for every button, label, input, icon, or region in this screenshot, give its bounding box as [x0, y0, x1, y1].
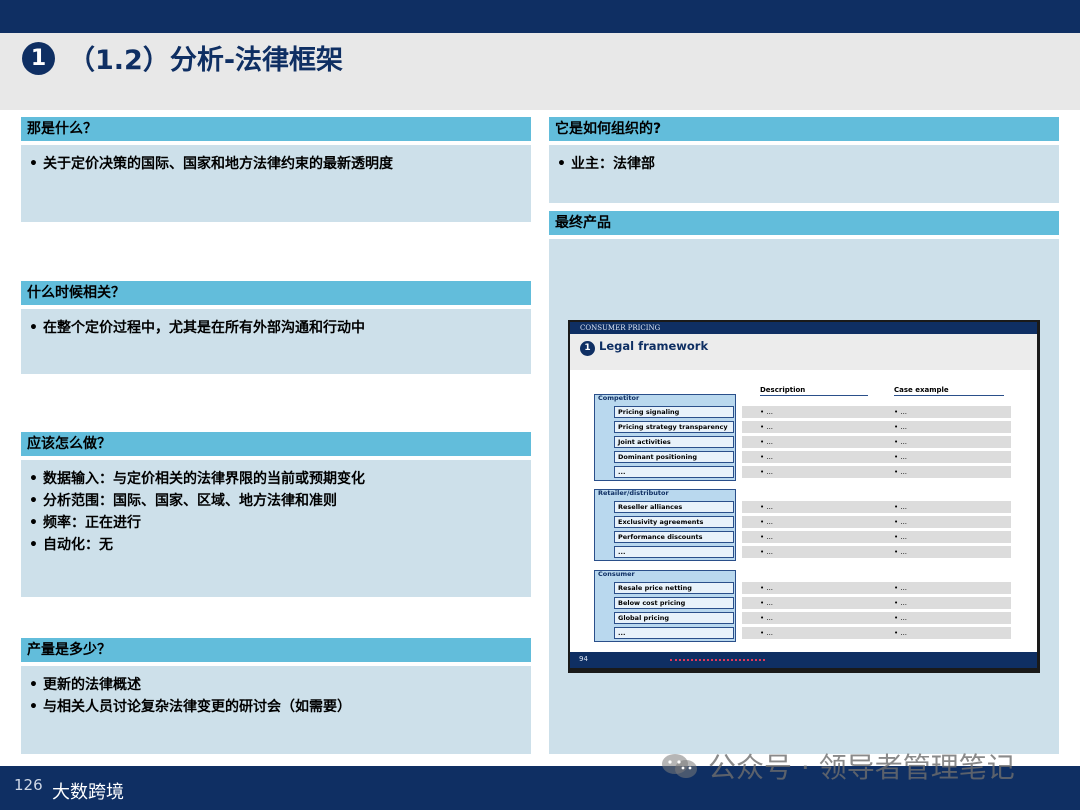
thumbnail-description-cell: • ...	[760, 408, 774, 416]
thumbnail-case-cell: • ...	[894, 614, 908, 622]
how-to-do-heading: 应该怎么做？	[21, 432, 531, 456]
thumbnail-row: • ... • ...	[742, 531, 1011, 543]
thumbnail-item: ...	[614, 627, 734, 639]
output-heading: 产量是多少？	[21, 638, 531, 662]
list-item: 与相关人员讨论复杂法律变更的研讨会（如需要）	[29, 696, 523, 718]
thumbnail-title: Legal framework	[599, 339, 709, 353]
when-relevant-heading: 什么时候相关？	[21, 281, 531, 305]
list-item: 分析范围：国际、国家、区域、地方法律和准则	[29, 490, 523, 512]
list-item: 关于定价决策的国际、国家和地方法律约束的最新透明度	[29, 153, 523, 175]
thumbnail-case-cell: • ...	[894, 468, 908, 476]
thumbnail-number-badge: 1	[580, 341, 595, 356]
thumbnail-row: • ... • ...	[742, 421, 1011, 433]
thumbnail-group-label: Retailer/distributor	[598, 489, 669, 497]
thumbnail-col-case: Case example	[894, 386, 1004, 396]
organization-list: 业主：法律部	[557, 153, 1051, 175]
thumbnail-row: • ... • ...	[742, 451, 1011, 463]
when-relevant-list: 在整个定价过程中，尤其是在所有外部沟通和行动中	[29, 317, 523, 339]
thumbnail-row: • ... • ...	[742, 466, 1011, 478]
slide-thumbnail: CONSUMER PRICING 1 Legal framework Descr…	[568, 320, 1040, 673]
output-body: 更新的法律概述 与相关人员讨论复杂法律变更的研讨会（如需要）	[21, 666, 531, 754]
thumbnail-item: ...	[614, 546, 734, 558]
thumbnail-item: Below cost pricing	[614, 597, 734, 609]
slide-thumbnail-canvas: CONSUMER PRICING 1 Legal framework Descr…	[570, 322, 1037, 668]
thumbnail-row: • ... • ...	[742, 627, 1011, 639]
thumbnail-item: Reseller alliances	[614, 501, 734, 513]
thumbnail-case-cell: • ...	[894, 453, 908, 461]
thumbnail-row: • ... • ...	[742, 546, 1011, 558]
thumbnail-item: ...	[614, 466, 734, 478]
thumbnail-description-cell: • ...	[760, 423, 774, 431]
title-number-badge: 1	[22, 42, 55, 75]
thumbnail-description-cell: • ...	[760, 503, 774, 511]
thumbnail-row: • ... • ...	[742, 436, 1011, 448]
when-relevant-body: 在整个定价过程中，尤其是在所有外部沟通和行动中	[21, 309, 531, 374]
list-item: 更新的法律概述	[29, 674, 523, 696]
thumbnail-case-cell: • ...	[894, 408, 908, 416]
list-item: 在整个定价过程中，尤其是在所有外部沟通和行动中	[29, 317, 523, 339]
thumbnail-footer: 94	[570, 652, 1037, 668]
what-is-it-list: 关于定价决策的国际、国家和地方法律约束的最新透明度	[29, 153, 523, 175]
thumbnail-case-cell: • ...	[894, 503, 908, 511]
thumbnail-case-cell: • ...	[894, 584, 908, 592]
wechat-icon	[662, 754, 697, 778]
thumbnail-description-cell: • ...	[760, 584, 774, 592]
thumbnail-case-cell: • ...	[894, 548, 908, 556]
thumbnail-description-cell: • ...	[760, 548, 774, 556]
how-to-do-body: 数据输入：与定价相关的法律界限的当前或预期变化 分析范围：国际、国家、区域、地方…	[21, 460, 531, 597]
thumbnail-description-cell: • ...	[760, 453, 774, 461]
thumbnail-item: Dominant positioning	[614, 451, 734, 463]
thumbnail-page-number: 94	[579, 655, 588, 663]
thumbnail-item: Performance discounts	[614, 531, 734, 543]
list-item: 数据输入：与定价相关的法律界限的当前或预期变化	[29, 468, 523, 490]
thumbnail-col-description: Description	[760, 386, 868, 396]
thumbnail-case-cell: • ...	[894, 599, 908, 607]
what-is-it-body: 关于定价决策的国际、国家和地方法律约束的最新透明度	[21, 145, 531, 222]
top-bar	[0, 0, 1080, 33]
thumbnail-item: Pricing signaling	[614, 406, 734, 418]
list-item: 自动化：无	[29, 534, 523, 556]
thumbnail-item: Resale price netting	[614, 582, 734, 594]
final-product-heading: 最终产品	[549, 211, 1059, 235]
organization-heading: 它是如何组织的?	[549, 117, 1059, 141]
thumbnail-description-cell: • ...	[760, 599, 774, 607]
thumbnail-row: • ... • ...	[742, 582, 1011, 594]
thumbnail-case-cell: • ...	[894, 423, 908, 431]
thumbnail-case-cell: • ...	[894, 518, 908, 526]
thumbnail-description-cell: • ...	[760, 614, 774, 622]
thumbnail-description-cell: • ...	[760, 518, 774, 526]
thumbnail-case-cell: • ...	[894, 533, 908, 541]
thumbnail-row: • ... • ...	[742, 612, 1011, 624]
thumbnail-group-label: Consumer	[598, 570, 635, 578]
page-number: 126	[14, 776, 43, 794]
brand-name: 大数跨境	[52, 782, 124, 803]
output-list: 更新的法律概述 与相关人员讨论复杂法律变更的研讨会（如需要）	[29, 674, 523, 718]
list-item: 业主：法律部	[557, 153, 1051, 175]
thumbnail-case-cell: • ...	[894, 438, 908, 446]
how-to-do-list: 数据输入：与定价相关的法律界限的当前或预期变化 分析范围：国际、国家、区域、地方…	[29, 468, 523, 556]
thumbnail-description-cell: • ...	[760, 438, 774, 446]
thumbnail-topbar: CONSUMER PRICING	[570, 322, 1037, 334]
thumbnail-row: • ... • ...	[742, 406, 1011, 418]
thumbnail-item: Joint activities	[614, 436, 734, 448]
thumbnail-source-line	[670, 657, 765, 661]
page-title: （1.2）分析-法律框架	[68, 45, 344, 76]
thumbnail-item: Global pricing	[614, 612, 734, 624]
thumbnail-row: • ... • ...	[742, 516, 1011, 528]
thumbnail-row: • ... • ...	[742, 501, 1011, 513]
thumbnail-row: • ... • ...	[742, 597, 1011, 609]
thumbnail-group-label: Competitor	[598, 394, 640, 402]
thumbnail-item: Pricing strategy transparency	[614, 421, 734, 433]
organization-body: 业主：法律部	[549, 145, 1059, 203]
thumbnail-description-cell: • ...	[760, 468, 774, 476]
list-item: 频率：正在进行	[29, 512, 523, 534]
watermark-text: 公众号 · 领导者管理笔记	[708, 751, 1015, 784]
thumbnail-case-cell: • ...	[894, 629, 908, 637]
thumbnail-item: Exclusivity agreements	[614, 516, 734, 528]
what-is-it-heading: 那是什么？	[21, 117, 531, 141]
thumbnail-description-cell: • ...	[760, 629, 774, 637]
thumbnail-description-cell: • ...	[760, 533, 774, 541]
